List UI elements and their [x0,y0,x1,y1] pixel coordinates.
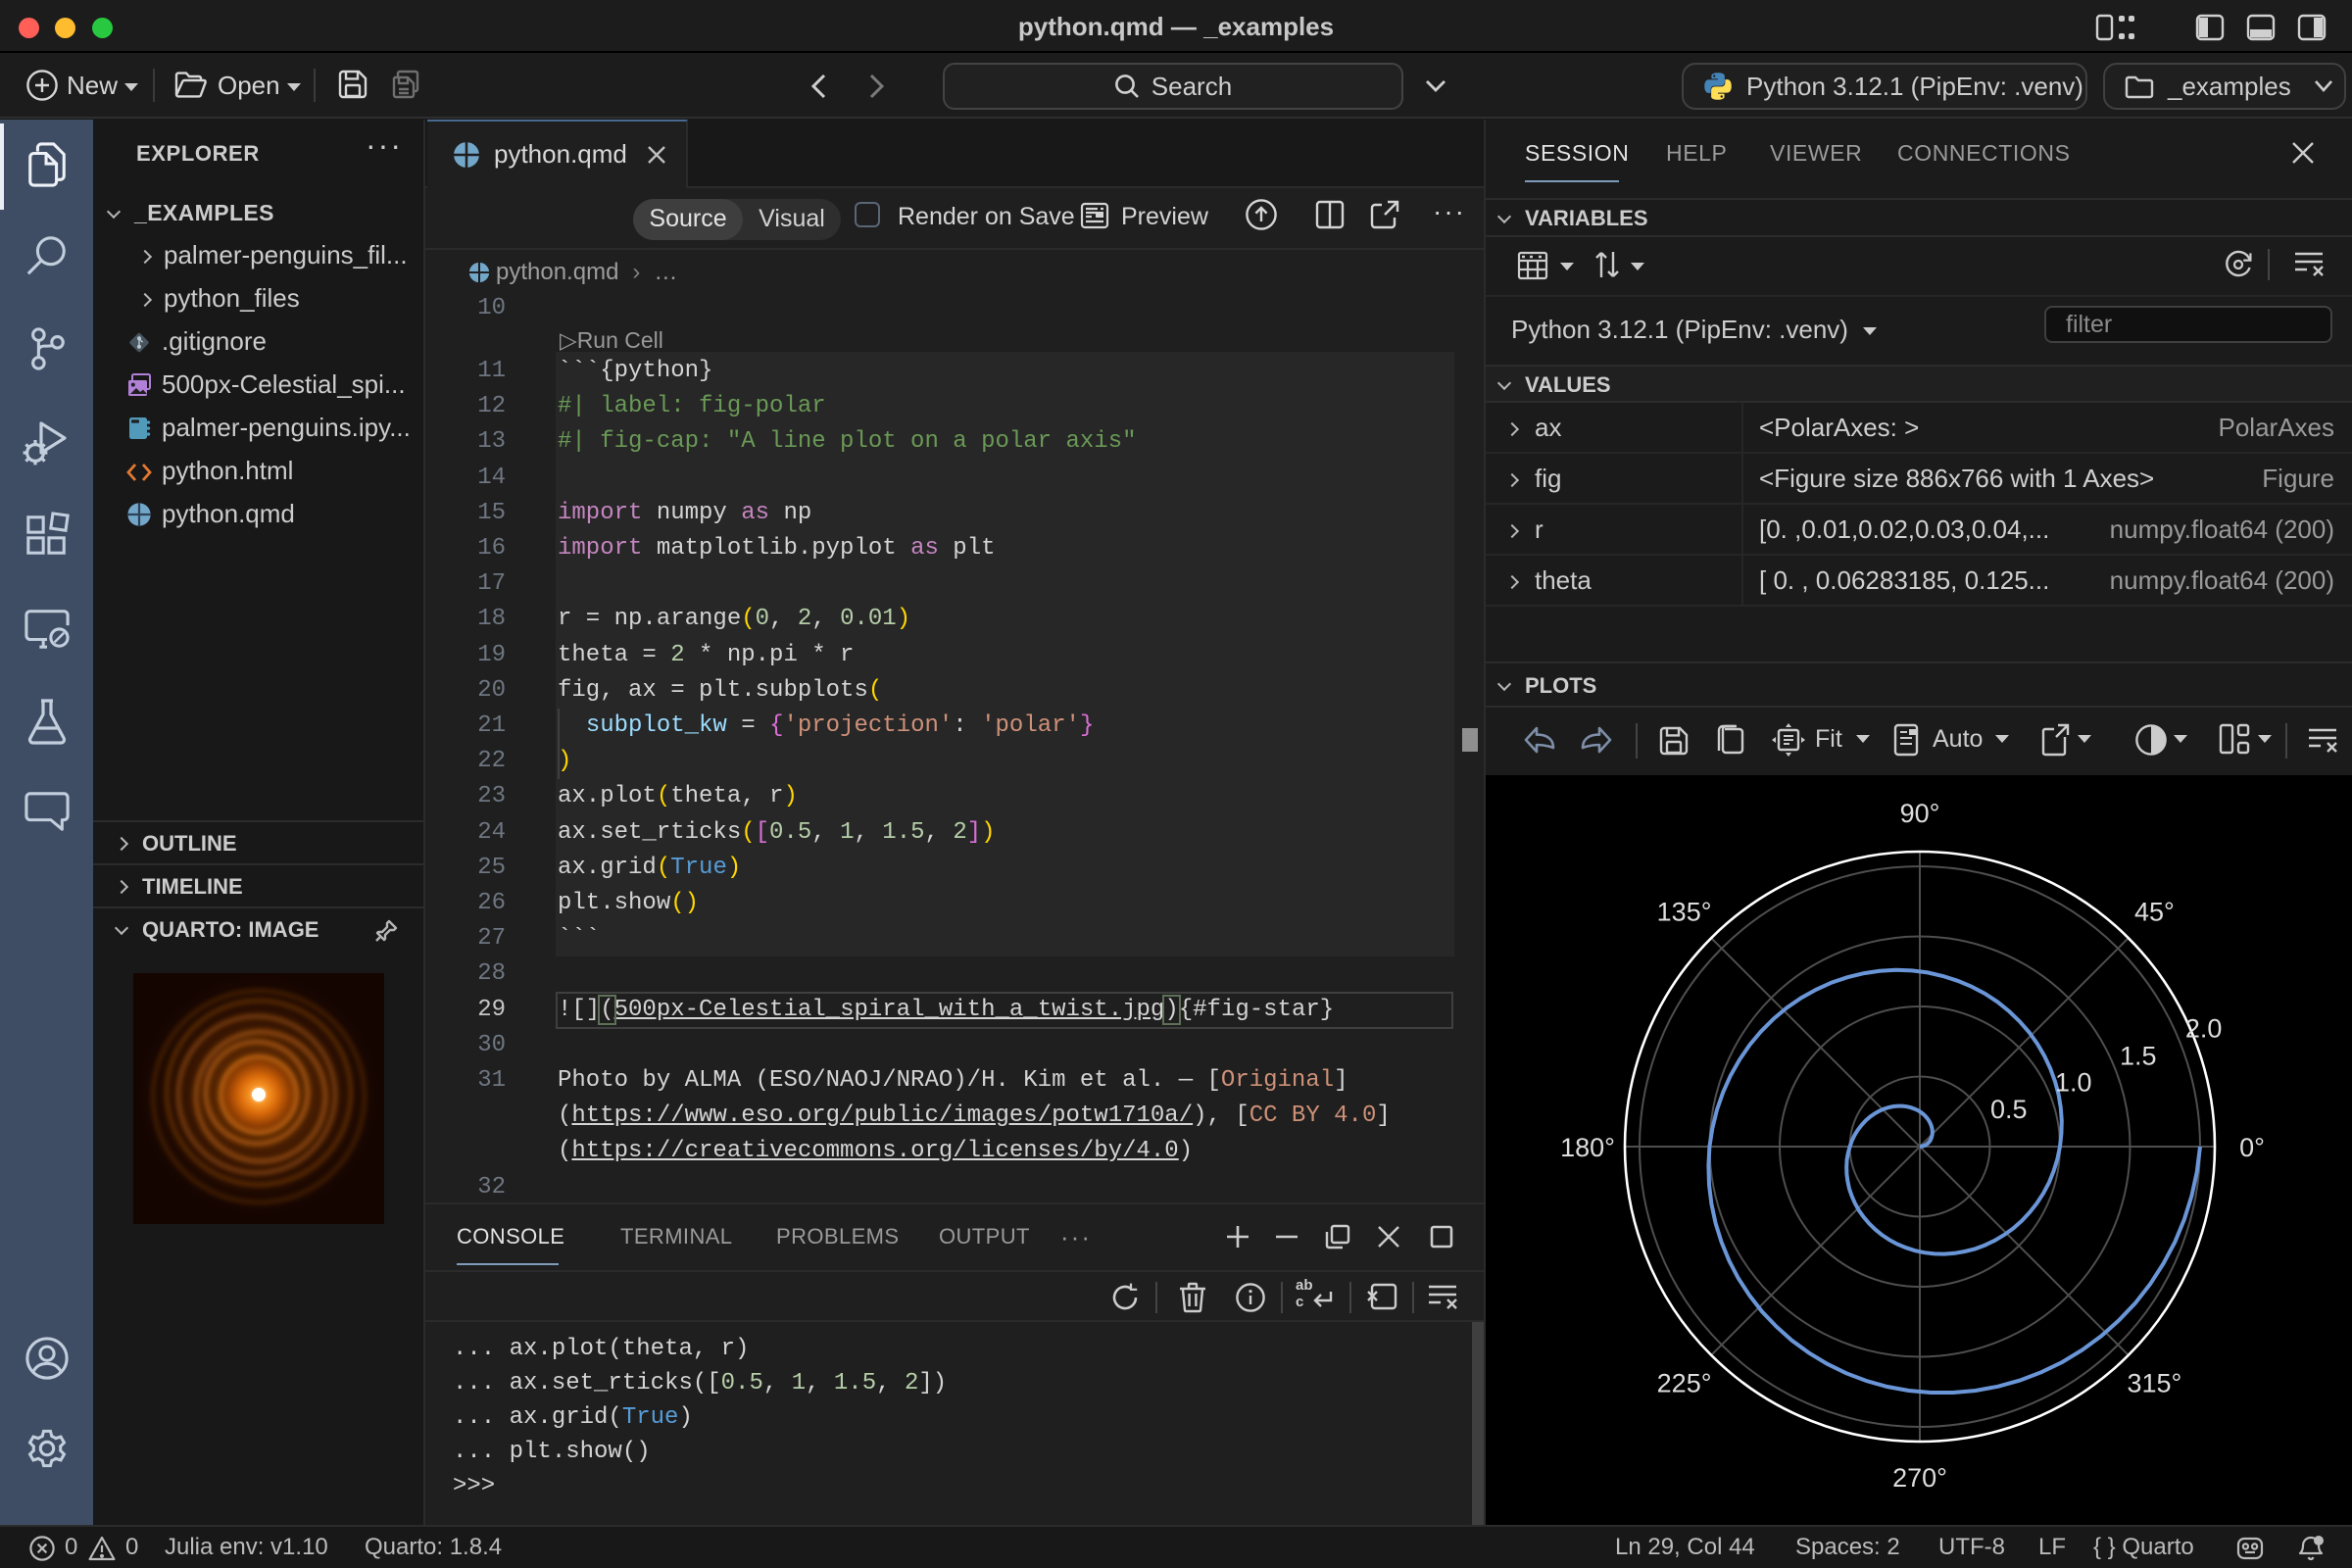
svg-text:2.0: 2.0 [2185,1014,2223,1044]
svg-text:1.5: 1.5 [2120,1041,2157,1070]
svg-text:90°: 90° [1900,799,1940,828]
svg-text:0.5: 0.5 [1990,1095,2028,1124]
svg-text:225°: 225° [1657,1368,1712,1397]
svg-text:315°: 315° [2127,1368,2181,1397]
svg-text:45°: 45° [2134,898,2175,927]
svg-text:0°: 0° [2239,1133,2265,1162]
svg-text:135°: 135° [1657,898,1712,927]
svg-text:270°: 270° [1892,1463,1947,1493]
svg-text:180°: 180° [1560,1133,1615,1162]
svg-text:1.0: 1.0 [2055,1068,2092,1098]
